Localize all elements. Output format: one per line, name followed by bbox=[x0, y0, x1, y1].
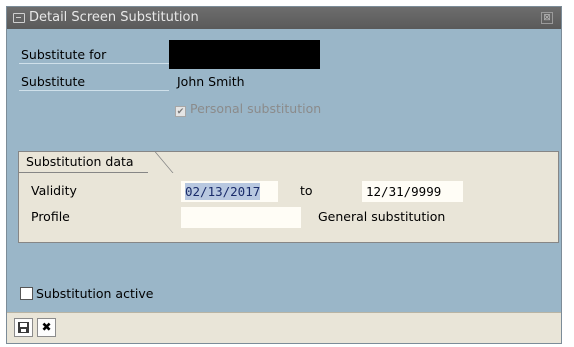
cancel-button[interactable]: ✖ bbox=[37, 318, 56, 337]
floppy-disk-icon bbox=[18, 322, 29, 333]
substitution-dialog: Detail Screen Substitution ⊠ Substitute … bbox=[6, 6, 562, 344]
window-icon bbox=[13, 13, 25, 23]
substitution-active-label: Substitution active bbox=[36, 286, 154, 301]
substitute-for-value-redacted bbox=[169, 40, 320, 69]
checkmark-icon: ✔ bbox=[175, 106, 186, 117]
profile-input[interactable] bbox=[181, 207, 301, 228]
substitution-active-checkbox[interactable]: Substitution active bbox=[20, 285, 153, 303]
save-button[interactable] bbox=[14, 318, 33, 337]
checkbox-icon[interactable] bbox=[20, 287, 33, 300]
close-icon[interactable]: ⊠ bbox=[541, 12, 553, 24]
validity-from-input[interactable]: 02/13/2017 bbox=[181, 181, 278, 202]
cancel-x-icon: ✖ bbox=[41, 320, 52, 334]
substitute-label: Substitute bbox=[19, 72, 169, 91]
validity-from-value: 02/13/2017 bbox=[185, 183, 261, 200]
validity-label: Validity bbox=[31, 183, 77, 198]
validity-to-input[interactable]: 12/31/9999 bbox=[362, 181, 463, 202]
profile-label: Profile bbox=[31, 209, 70, 224]
to-label: to bbox=[300, 183, 313, 198]
personal-substitution-label: Personal substitution bbox=[190, 101, 322, 116]
substitute-for-label: Substitute for bbox=[19, 45, 169, 64]
profile-description: General substitution bbox=[318, 209, 446, 224]
title-bar: Detail Screen Substitution ⊠ bbox=[7, 7, 561, 29]
bottom-toolbar: ✖ bbox=[7, 312, 561, 343]
window-title: Detail Screen Substitution bbox=[29, 10, 199, 25]
substitute-value: John Smith bbox=[177, 74, 245, 89]
personal-substitution-checkbox: ✔ Personal substitution bbox=[175, 100, 321, 118]
substitution-data-group: Substitution data Validity 02/13/2017 to… bbox=[18, 151, 559, 243]
substitution-data-title: Substitution data bbox=[19, 152, 148, 173]
